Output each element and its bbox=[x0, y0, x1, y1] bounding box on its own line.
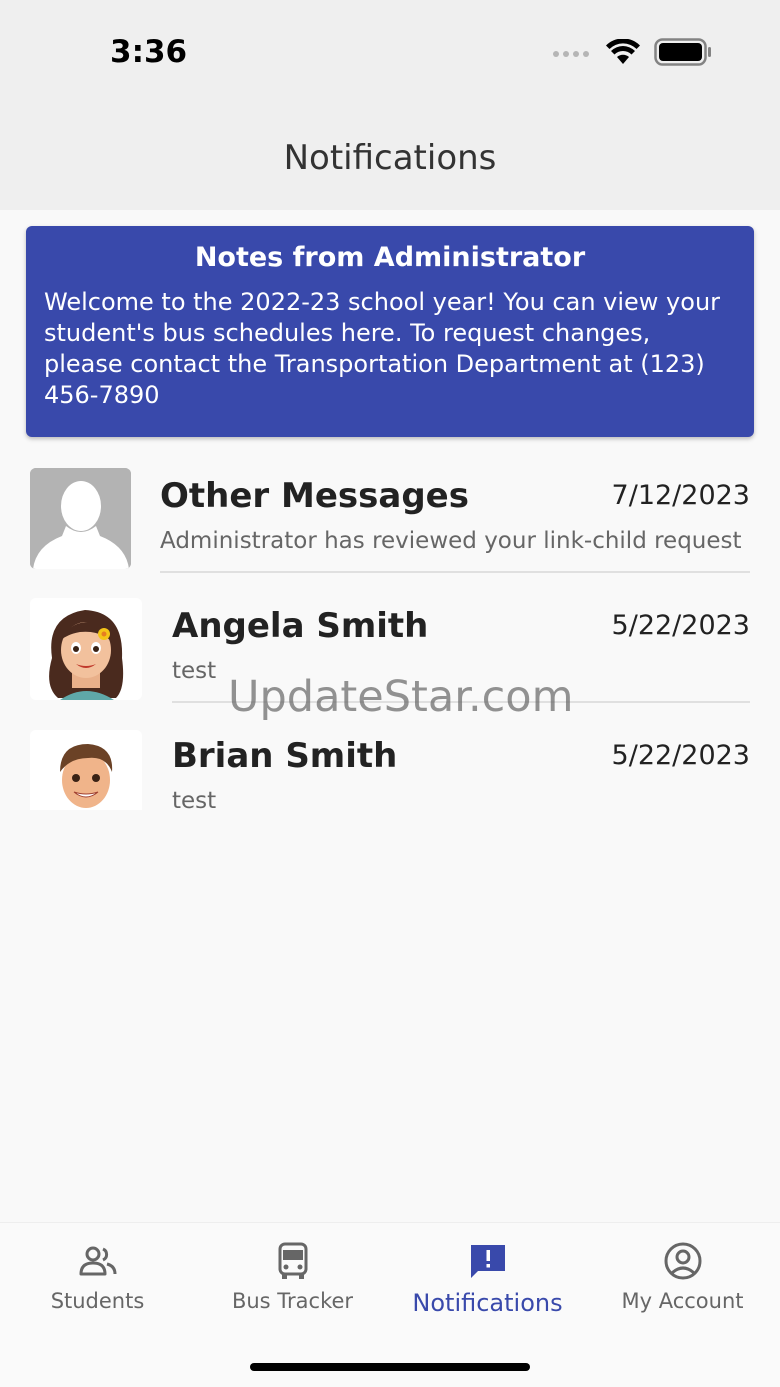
tab-label: Students bbox=[50, 1289, 145, 1313]
people-icon bbox=[79, 1246, 116, 1276]
tab-label: My Account bbox=[621, 1289, 744, 1313]
message-content: Brian Smith 5/22/2023 test bbox=[172, 720, 750, 810]
default-person-avatar bbox=[30, 468, 131, 569]
battery-icon bbox=[654, 38, 711, 66]
girl-avatar bbox=[30, 598, 142, 700]
signal-icon bbox=[553, 51, 589, 57]
admin-notes-title: Notes from Administrator bbox=[194, 242, 586, 273]
message-preview: test bbox=[172, 658, 217, 684]
status-icons bbox=[552, 38, 712, 66]
boy-avatar bbox=[30, 730, 142, 810]
message-preview: test bbox=[172, 788, 217, 810]
message-content: Angela Smith 5/22/2023 test bbox=[172, 590, 750, 703]
message-content: Other Messages 7/12/2023 Administrator h… bbox=[160, 460, 750, 573]
list-item-other-messages[interactable]: Other Messages 7/12/2023 Administrator h… bbox=[0, 460, 780, 590]
tab-label: Bus Tracker bbox=[231, 1289, 354, 1313]
navigation-bar: Notifications bbox=[0, 110, 780, 210]
alert-message-icon bbox=[470, 1245, 505, 1278]
page-title: Notifications bbox=[283, 138, 497, 178]
status-bar: 3:36 bbox=[0, 0, 780, 110]
message-sender: Brian Smith bbox=[172, 736, 398, 776]
wifi-icon bbox=[606, 39, 640, 64]
bus-icon bbox=[278, 1242, 307, 1279]
tab-notifications[interactable]: Notifications bbox=[390, 1241, 585, 1331]
tab-label: Notifications bbox=[412, 1289, 563, 1317]
home-indicator bbox=[250, 1363, 530, 1371]
message-date: 5/22/2023 bbox=[611, 610, 750, 641]
message-date: 5/22/2023 bbox=[611, 740, 750, 771]
account-circle-icon bbox=[664, 1242, 701, 1280]
tab-students[interactable]: Students bbox=[0, 1241, 195, 1331]
boy-face-icon bbox=[30, 730, 142, 810]
message-list: Other Messages 7/12/2023 Administrator h… bbox=[0, 460, 780, 810]
status-time: 3:36 bbox=[110, 34, 188, 70]
message-sender: Other Messages bbox=[160, 476, 469, 516]
message-preview: Administrator has reviewed your link-chi… bbox=[160, 528, 742, 554]
list-item-angela-smith[interactable]: Angela Smith 5/22/2023 test bbox=[0, 590, 780, 720]
tab-bus-tracker[interactable]: Bus Tracker bbox=[195, 1241, 390, 1331]
person-silhouette-icon bbox=[30, 468, 131, 569]
admin-notes-card: Notes from Administrator Welcome to the … bbox=[26, 226, 754, 437]
list-item-brian-smith[interactable]: Brian Smith 5/22/2023 test bbox=[0, 720, 780, 810]
message-date: 7/12/2023 bbox=[611, 480, 750, 511]
admin-notes-body: Welcome to the 2022-23 school year! You … bbox=[44, 288, 721, 409]
message-sender: Angela Smith bbox=[172, 606, 429, 646]
tab-my-account[interactable]: My Account bbox=[585, 1241, 780, 1331]
girl-face-icon bbox=[30, 598, 142, 700]
